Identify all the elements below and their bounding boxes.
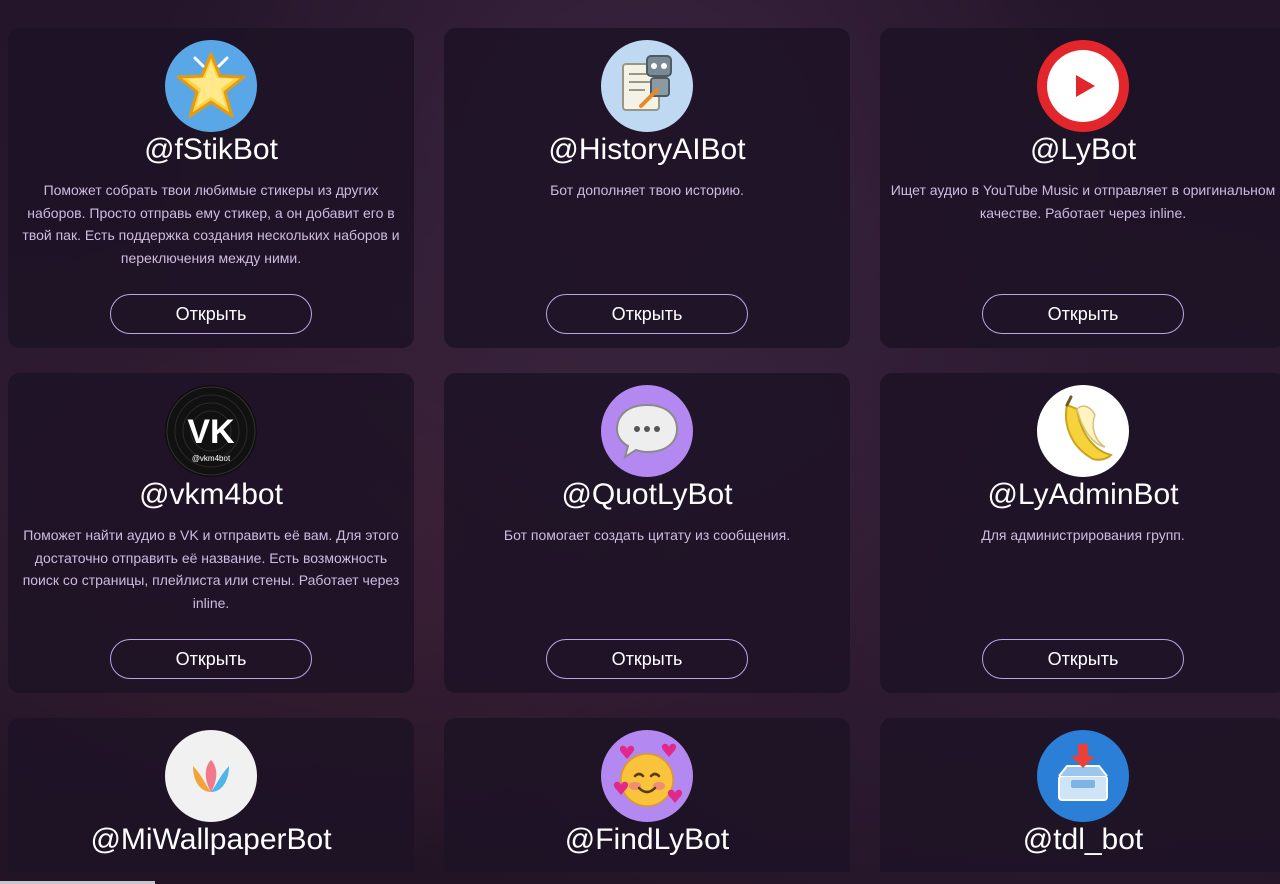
bot-name: @FindLyBot <box>564 823 730 856</box>
vk-vinyl-icon: VK @vkm4bot <box>165 385 257 477</box>
bot-name: @QuotLyBot <box>561 478 733 511</box>
bot-description: Ищет аудио в YouTube Music и отправляет … <box>890 182 1276 221</box>
star-sticker-icon <box>165 40 257 132</box>
bot-card: @MiWallpaperBot <box>8 718 414 872</box>
bot-description: Бот дополняет твою историю. <box>550 182 744 198</box>
open-button[interactable]: Открыть <box>546 294 748 334</box>
open-button[interactable]: Открыть <box>546 639 748 679</box>
bot-description: Поможет собрать твои любимые стикеры из … <box>22 182 400 266</box>
bot-name: @tdl_bot <box>1022 823 1144 856</box>
bot-card: @LyAdminBot Для администрирования групп.… <box>880 373 1280 693</box>
bot-description: Поможет найти аудио в VK и отправить её … <box>22 527 400 611</box>
speech-bubble-icon <box>601 385 693 477</box>
bot-description: Для администрирования групп. <box>981 527 1185 543</box>
robot-writing-icon <box>601 40 693 132</box>
bot-card-grid: @fStikBot Поможет собрать твои любимые с… <box>8 28 1280 872</box>
smiling-face-hearts-icon <box>601 730 693 822</box>
bot-card: @QuotLyBot Бот помогает создать цитату и… <box>444 373 850 693</box>
bot-card: VK @vkm4bot @vkm4bot Поможет найти аудио… <box>8 373 414 693</box>
open-button[interactable]: Открыть <box>982 294 1184 334</box>
bot-name: @HistoryAIBot <box>548 133 746 166</box>
bot-card: @FindLyBot <box>444 718 850 872</box>
youtube-play-icon <box>1037 40 1129 132</box>
bot-name: @fStikBot <box>144 133 278 166</box>
open-button[interactable]: Открыть <box>110 294 312 334</box>
open-button[interactable]: Открыть <box>982 639 1184 679</box>
icon-caption: @vkm4bot <box>192 454 231 463</box>
bot-card: @HistoryAIBot Бот дополняет твою историю… <box>444 28 850 348</box>
bot-card: @LyBot Ищет аудио в YouTube Music и отпр… <box>880 28 1280 348</box>
svg-text:VK: VK <box>187 413 235 451</box>
bot-name: @vkm4bot <box>139 478 283 511</box>
banana-icon <box>1037 385 1129 477</box>
bot-name: @LyBot <box>1029 133 1137 166</box>
bot-description: Бот помогает создать цитату из сообщения… <box>503 527 791 543</box>
download-tray-icon <box>1037 730 1129 822</box>
open-button[interactable]: Открыть <box>110 639 312 679</box>
bot-name: @LyAdminBot <box>987 478 1179 511</box>
tulip-icon <box>165 730 257 822</box>
bot-name: @MiWallpaperBot <box>90 823 332 856</box>
bot-card: @tdl_bot <box>880 718 1280 872</box>
bot-card: @fStikBot Поможет собрать твои любимые с… <box>8 28 414 348</box>
